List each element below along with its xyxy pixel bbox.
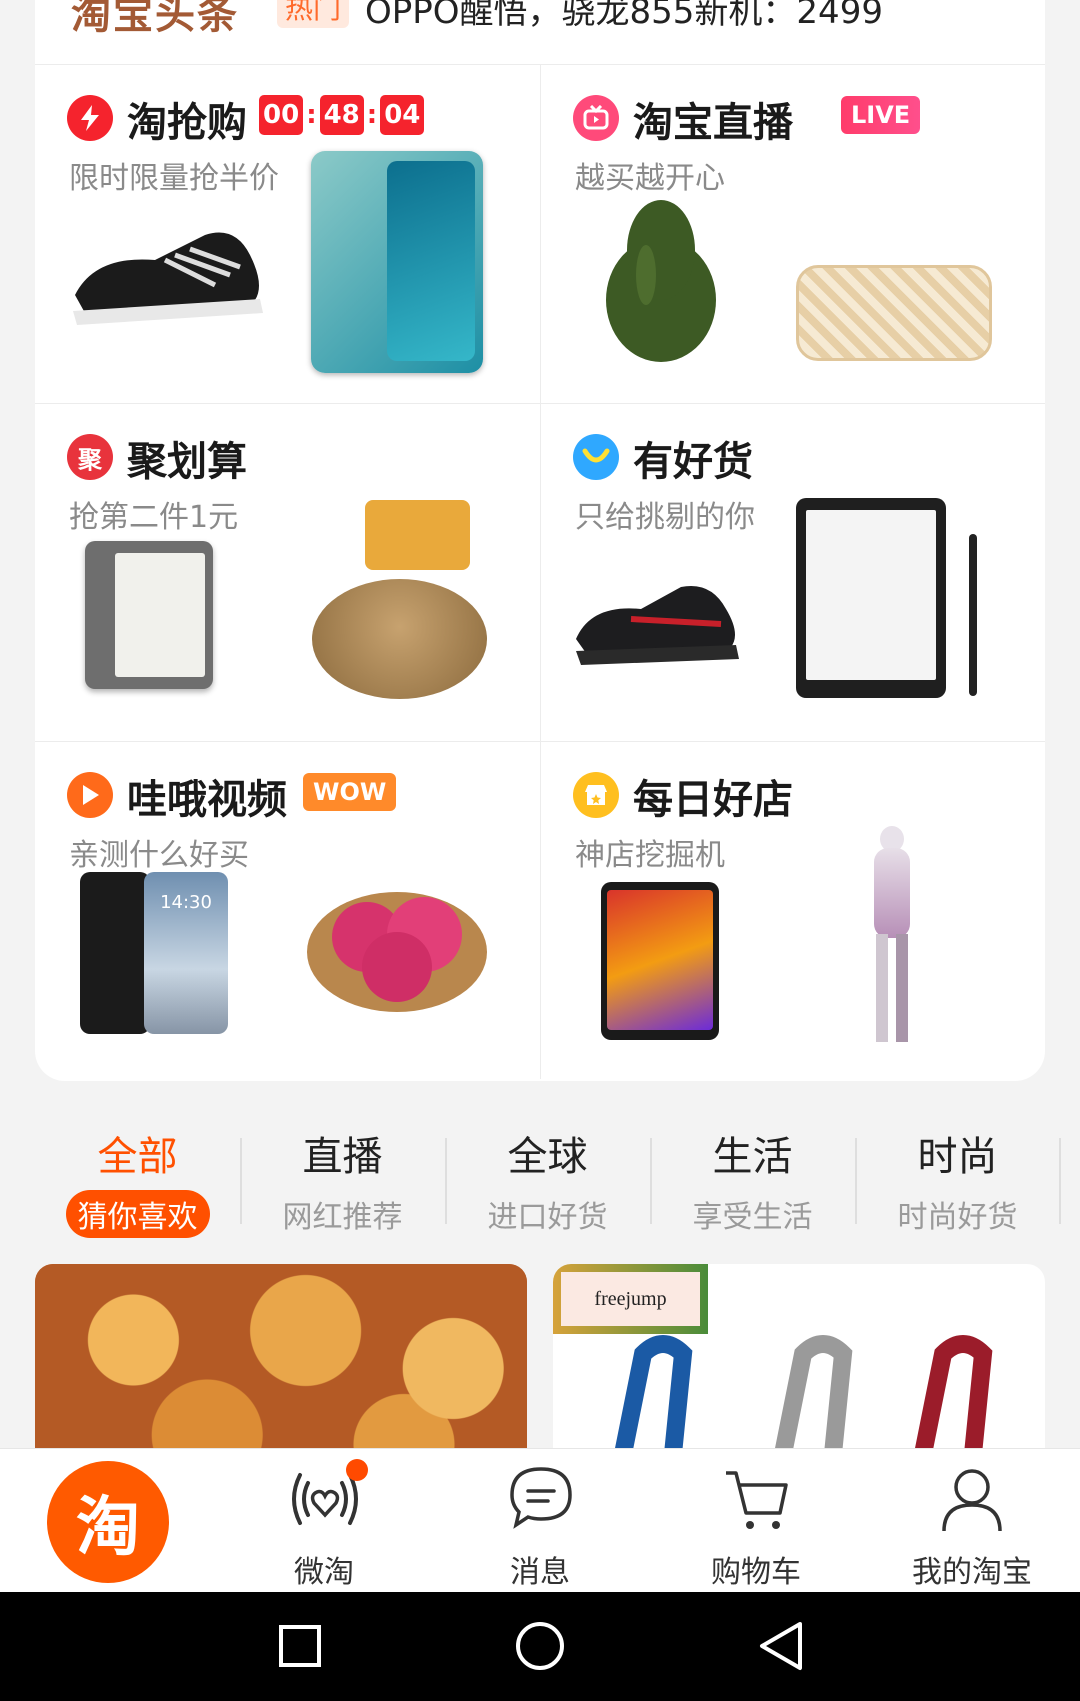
tab-live[interactable]: 直播 网红推荐 xyxy=(240,1118,445,1238)
message-icon xyxy=(510,1467,572,1529)
freejump-logo: freejump xyxy=(553,1264,708,1334)
shop-icon xyxy=(573,772,619,818)
countdown-timer: 00: 48: 04 xyxy=(259,95,425,135)
seeds-bowl-image xyxy=(312,579,487,699)
channel-subtitle: 亲测什么好买 xyxy=(69,838,249,873)
home-icon[interactable] xyxy=(514,1620,566,1672)
recents-icon[interactable] xyxy=(278,1624,322,1668)
tabbar-messages[interactable]: 消息 xyxy=(432,1449,648,1593)
hand-grippers-image xyxy=(614,1335,993,1454)
lightning-icon xyxy=(67,95,113,141)
timer-minutes: 48 xyxy=(319,95,364,135)
tab-title: 全部 xyxy=(97,1134,178,1180)
channel-subtitle: 神店挖掘机 xyxy=(575,838,725,873)
tabbar-cart[interactable]: 购物车 xyxy=(648,1449,864,1593)
live-badge: LIVE xyxy=(841,96,921,134)
timer-hours: 00 xyxy=(259,95,304,135)
tab-fashion[interactable]: 时尚 时尚好货 xyxy=(855,1118,1060,1238)
tabbar-weitao[interactable]: 微淘 xyxy=(216,1449,432,1593)
headline-text[interactable]: OPPO醒悟，骁龙855新机：2499 xyxy=(365,0,883,33)
pillow-image xyxy=(796,265,992,361)
tab-divider xyxy=(1059,1138,1061,1224)
channel-youhaohuo[interactable]: 有好货 只给挑剔的你 xyxy=(540,403,1045,741)
play-icon xyxy=(67,772,113,818)
tab-subtitle: 猜你喜欢 xyxy=(65,1190,210,1238)
tab-title: 时尚 xyxy=(917,1134,998,1180)
tabbar-label: 我的淘宝 xyxy=(912,1555,1032,1590)
channel-subtitle: 抢第二件1元 xyxy=(69,500,239,535)
tabbar-my-taobao[interactable]: 我的淘宝 xyxy=(864,1449,1080,1593)
cart-icon xyxy=(726,1471,788,1529)
tab-title: 生活 xyxy=(712,1134,793,1180)
tv-icon xyxy=(573,95,619,141)
oppo-phone-image xyxy=(311,151,483,373)
tabbar-label: 购物车 xyxy=(711,1555,801,1590)
channel-juhuasuan[interactable]: 聚 聚划算 抢第二件1元 xyxy=(35,403,540,741)
back-icon[interactable] xyxy=(756,1620,806,1672)
food-image xyxy=(35,1264,527,1454)
tab-title: 直播 xyxy=(302,1134,383,1180)
taobao-home-icon: 淘 xyxy=(47,1461,169,1583)
timer-seconds: 04 xyxy=(380,95,425,135)
tab-title: 全球 xyxy=(507,1134,588,1180)
ereader-image xyxy=(85,541,213,689)
channel-grid: 淘抢购 00: 48: 04 限时限量抢半价 淘宝直播 LIVE 越买越开心 聚… xyxy=(35,64,1045,1081)
channel-subtitle: 只给挑剔的你 xyxy=(575,500,755,535)
tab-global[interactable]: 全球 进口好货 xyxy=(445,1118,650,1238)
dragonfruit-basket-image xyxy=(307,892,487,1012)
channel-subtitle: 越买越开心 xyxy=(575,161,725,196)
tablet-image xyxy=(601,882,719,1040)
smile-icon xyxy=(573,434,619,480)
feed-item-food[interactable] xyxy=(35,1264,527,1454)
category-tabs: 全部 猜你喜欢 直播 网红推荐 全球 进口好货 生活 享受生活 时尚 时尚好货 xyxy=(35,1118,1080,1238)
snack-bag-image xyxy=(365,500,470,570)
user-icon xyxy=(942,1469,1002,1532)
channel-title: 聚划算 xyxy=(127,439,247,485)
tabbar-label: 消息 xyxy=(510,1555,570,1590)
feed-item-grip[interactable]: freejump xyxy=(553,1264,1045,1454)
juhuasuan-icon: 聚 xyxy=(67,434,113,480)
headline-brand: 淘宝头条 xyxy=(71,0,239,38)
meizu-phones-image: 14:30 xyxy=(80,872,230,1037)
channel-title: 有好货 xyxy=(633,439,753,485)
tab-subtitle: 进口好货 xyxy=(487,1200,608,1235)
tab-life[interactable]: 生活 享受生活 xyxy=(650,1118,855,1238)
ereader-pen-image xyxy=(796,498,946,698)
channel-title: 哇哦视频 xyxy=(127,777,287,823)
stylus-image xyxy=(969,534,977,696)
channel-title: 每日好店 xyxy=(633,777,793,823)
tabbar-label: 微淘 xyxy=(294,1555,354,1590)
tabbar-home[interactable]: 淘 xyxy=(0,1449,216,1593)
notification-dot xyxy=(346,1459,368,1481)
headline-tag: 热门 xyxy=(277,0,350,28)
tab-subtitle: 网红推荐 xyxy=(282,1200,403,1235)
channel-taoqianggou[interactable]: 淘抢购 00: 48: 04 限时限量抢半价 xyxy=(35,65,540,403)
channel-daily-shop[interactable]: 每日好店 神店挖掘机 xyxy=(540,741,1045,1079)
wow-badge: WOW xyxy=(303,773,397,811)
avocado-image xyxy=(606,200,716,362)
system-navbar xyxy=(0,1592,1080,1701)
bottom-tabbar: 淘 微淘 消息 购物车 我的淘宝 xyxy=(0,1448,1080,1593)
channel-title: 淘宝直播 xyxy=(633,100,793,146)
freejump-logo-text: freejump xyxy=(561,1272,700,1326)
costume-figure-image xyxy=(856,826,926,1044)
phone-clock: 14:30 xyxy=(144,872,228,1034)
tab-subtitle: 享受生活 xyxy=(692,1200,813,1235)
tab-all[interactable]: 全部 猜你喜欢 xyxy=(35,1118,240,1238)
channel-taobao-live[interactable]: 淘宝直播 LIVE 越买越开心 xyxy=(540,65,1045,403)
channel-wow-video[interactable]: 哇哦视频 WOW 亲测什么好买 14:30 xyxy=(35,741,540,1079)
headline-strip[interactable]: 淘宝头条 热门 OPPO醒悟，骁龙855新机：2499 xyxy=(35,0,1045,64)
tab-subtitle: 时尚好货 xyxy=(897,1200,1018,1235)
channel-subtitle: 限时限量抢半价 xyxy=(69,161,279,196)
channel-title: 淘抢购 xyxy=(127,100,247,146)
sneaker-image xyxy=(73,232,263,325)
sport-shoe-image xyxy=(576,585,739,665)
